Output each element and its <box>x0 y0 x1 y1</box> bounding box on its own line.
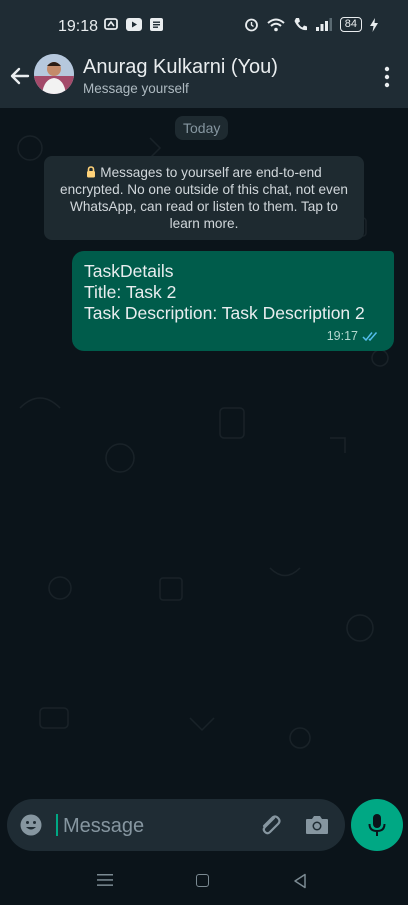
nav-back-icon[interactable] <box>293 873 307 889</box>
status-bar: 19:18 84 <box>0 0 408 52</box>
signal-icon <box>315 18 332 31</box>
encryption-notice[interactable]: Messages to yourself are end-to-end encr… <box>44 156 364 240</box>
mic-icon <box>368 814 386 836</box>
encryption-notice-text: Messages to yourself are end-to-end encr… <box>60 165 348 231</box>
message-input[interactable] <box>61 811 245 841</box>
message-line: TaskDetails <box>84 261 174 281</box>
message-meta: 19:17 <box>327 329 380 343</box>
status-system-icons: 84 <box>244 17 378 32</box>
status-time: 19:18 <box>58 18 99 35</box>
avatar[interactable] <box>34 54 74 94</box>
attach-icon[interactable] <box>257 812 283 838</box>
call-icon <box>294 18 307 31</box>
notification-app-icon <box>104 18 118 30</box>
status-notification-icons <box>104 17 163 31</box>
lock-icon <box>87 166 96 178</box>
camera-icon[interactable] <box>304 813 330 837</box>
charging-icon <box>370 17 378 32</box>
message-input-bar <box>7 799 345 851</box>
message-time: 19:17 <box>326 329 358 343</box>
home-icon[interactable] <box>196 874 209 887</box>
chat-header: Anurag Kulkarni (You) Message yourself <box>0 52 408 108</box>
more-vert-icon[interactable] <box>384 66 390 88</box>
date-divider: Today <box>175 116 229 140</box>
wifi-icon <box>267 18 285 31</box>
contact-name[interactable]: Anurag Kulkarni (You) <box>83 56 278 79</box>
chat-area[interactable]: Today Messages to yourself are end-to-en… <box>0 108 408 799</box>
message-line: Task Description: Task Description 2 <box>84 303 365 323</box>
emoji-icon[interactable] <box>19 813 43 837</box>
back-arrow-icon[interactable] <box>8 64 32 88</box>
message-line: Title: Task 2 <box>84 282 177 302</box>
youtube-icon <box>126 17 142 31</box>
mic-button[interactable] <box>351 799 403 851</box>
battery-level: 84 <box>339 17 362 32</box>
system-nav-bar <box>0 853 408 905</box>
text-caret <box>56 814 58 836</box>
outgoing-message[interactable]: TaskDetails Title: Task 2 Task Descripti… <box>72 251 394 351</box>
double-check-icon <box>362 331 378 341</box>
composer <box>0 799 408 853</box>
recent-apps-icon[interactable] <box>97 873 113 887</box>
contact-subtitle[interactable]: Message yourself <box>83 81 189 96</box>
alarm-icon <box>244 18 258 32</box>
message-notification-icon <box>150 17 163 31</box>
